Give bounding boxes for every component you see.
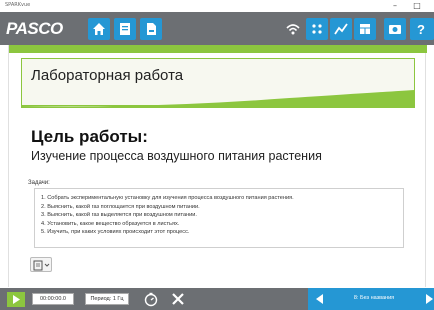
sensor-icon	[312, 24, 322, 34]
sample-period-selector[interactable]: Период: 1 Гц	[85, 293, 129, 305]
page-header-stripe	[9, 45, 427, 53]
home-icon	[93, 23, 105, 35]
elapsed-time: 00:00:00.0	[32, 293, 74, 305]
next-page-icon[interactable]	[425, 294, 433, 304]
home-button[interactable]	[88, 18, 110, 40]
title-wave-decoration	[21, 90, 415, 108]
window-titlebar: SPARKvue – □	[0, 0, 434, 12]
main-toolbar: PASCO ?	[0, 12, 434, 45]
task-item: 3. Выяснить, какой газ выделяется при во…	[41, 212, 197, 219]
wireless-button[interactable]	[282, 18, 304, 40]
tools-icon[interactable]	[170, 291, 186, 307]
camera-button[interactable]	[384, 18, 406, 40]
goal-text: Изучение процесса воздушного питания рас…	[31, 149, 322, 163]
previous-page-icon[interactable]	[316, 294, 324, 304]
play-icon	[13, 295, 20, 304]
sensor-button[interactable]	[306, 18, 328, 40]
journal-icon	[120, 23, 130, 35]
camera-icon	[389, 25, 401, 34]
page-sheet: Лабораторная работа Цель работы: Изучени…	[8, 45, 427, 287]
minimize-button[interactable]: –	[388, 1, 402, 11]
table-icon	[360, 24, 370, 34]
graph-button[interactable]	[330, 18, 352, 40]
page-title: Лабораторная работа	[31, 67, 184, 84]
task-item: 2. Выяснить, какой газ поглощается при в…	[41, 203, 200, 210]
canvas-area: Лабораторная работа Цель работы: Изучени…	[0, 45, 434, 287]
task-item: 1. Собрать экспериментальную установку д…	[41, 195, 294, 201]
task-item: 5. Изучить, при каких условиях происходи…	[41, 229, 190, 236]
page-tools-button[interactable]	[30, 257, 52, 272]
current-page-label[interactable]: 8: Без названия	[328, 295, 420, 301]
page-icon	[147, 23, 156, 35]
tasks-label: Задачи:	[28, 180, 50, 186]
bottom-bar: 00:00:00.0 Период: 1 Гц 8: Без названия	[0, 288, 434, 310]
page-tools-icon	[33, 260, 50, 271]
journal-button[interactable]	[114, 18, 136, 40]
start-button[interactable]	[7, 292, 25, 307]
timer-icon[interactable]	[143, 291, 159, 307]
pasco-logo: PASCO	[6, 19, 63, 38]
maximize-button[interactable]: □	[410, 1, 424, 11]
task-item: 4. Установить, какое вещество образуется…	[41, 220, 180, 227]
graph-icon	[334, 23, 348, 35]
help-icon: ?	[417, 22, 425, 37]
page-navigator: 8: Без названия	[308, 288, 434, 310]
wireless-icon	[286, 24, 300, 35]
tasks-textbox[interactable]: 1. Собрать экспериментальную установку д…	[34, 188, 404, 248]
table-button[interactable]	[354, 18, 376, 40]
svg-text:?: ?	[417, 22, 425, 37]
window-title: SPARKvue	[5, 2, 31, 8]
page-button[interactable]	[140, 18, 162, 40]
goal-heading: Цель работы:	[31, 127, 148, 146]
help-button[interactable]: ?	[410, 18, 434, 40]
